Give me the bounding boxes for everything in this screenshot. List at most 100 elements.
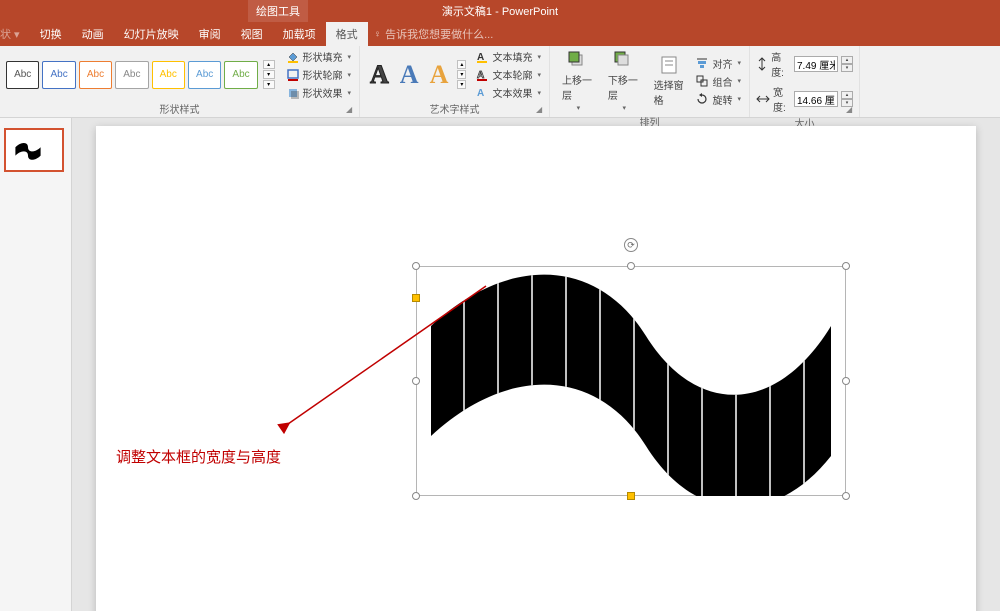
resize-handle[interactable] xyxy=(842,262,850,270)
selection-pane-icon xyxy=(659,55,679,75)
lightbulb-icon: ♀ xyxy=(374,29,382,40)
chevron-down-icon: ▾ xyxy=(622,104,626,112)
ribbon: Abc Abc Abc Abc Abc Abc Abc ▴ ▾ ▾ 形状填充▾ xyxy=(0,46,1000,118)
slide[interactable]: ⟳ xyxy=(96,126,976,611)
rotate-button[interactable]: 旋转▾ xyxy=(693,91,743,108)
chevron-down-icon: ▾ xyxy=(537,53,541,61)
text-fill-button[interactable]: A 文本填充▾ xyxy=(473,48,543,65)
shape-style-swatch[interactable]: Abc xyxy=(6,61,39,89)
tab-partial[interactable]: 状 ▾ xyxy=(0,22,30,46)
height-input[interactable] xyxy=(794,56,838,72)
rotate-handle-icon[interactable]: ⟳ xyxy=(624,238,638,252)
group-wordart-styles: A A A ▴ ▾ ▾ A 文本填充▾ A 文本轮廓▾ A 文本效果▾ xyxy=(360,46,550,117)
tab-slideshow[interactable]: 幻灯片放映 xyxy=(114,22,189,46)
tab-view[interactable]: 视图 xyxy=(231,22,273,46)
text-outline-button[interactable]: A 文本轮廓▾ xyxy=(473,66,543,83)
adjustment-handle[interactable] xyxy=(627,492,635,500)
tell-me-placeholder: 告诉我您想要做什么... xyxy=(385,26,493,42)
spinner-up-icon[interactable]: ▴ xyxy=(841,91,853,99)
tab-transitions[interactable]: 切换 xyxy=(30,22,72,46)
width-icon xyxy=(756,92,770,106)
gallery-more-icon[interactable]: ▾ xyxy=(457,80,466,89)
resize-handle[interactable] xyxy=(842,377,850,385)
thumbnail-shape-icon xyxy=(14,140,42,160)
slide-canvas-area[interactable]: ⟳ xyxy=(72,118,1000,611)
ribbon-tabs: 状 ▾ 切换 动画 幻灯片放映 审阅 视图 加载项 格式 ♀ 告诉我您想要做什么… xyxy=(0,22,1000,46)
spinner-down-icon[interactable]: ▾ xyxy=(841,64,853,72)
tell-me-search[interactable]: ♀ 告诉我您想要做什么... xyxy=(368,22,500,46)
chevron-down-icon: ▾ xyxy=(537,71,541,79)
effects-icon xyxy=(286,86,300,100)
svg-text:A: A xyxy=(477,88,484,99)
bring-forward-button[interactable]: 上移一层 ▾ xyxy=(556,48,599,114)
dialog-launcher-icon[interactable]: ◢ xyxy=(346,105,356,115)
chevron-down-icon: ▾ xyxy=(348,71,352,79)
wordart-style[interactable]: A xyxy=(396,60,423,90)
align-button[interactable]: 对齐▾ xyxy=(693,55,743,72)
shape-fill-button[interactable]: 形状填充▾ xyxy=(284,48,354,65)
group-size: 高度: ▴▾ 宽度: ▴▾ 大小 ◢ xyxy=(750,46,860,117)
shape-outline-button[interactable]: 形状轮廓▾ xyxy=(284,66,354,83)
gallery-up-icon[interactable]: ▴ xyxy=(263,60,275,69)
chevron-down-icon: ▾ xyxy=(577,104,581,112)
chevron-down-icon: ▾ xyxy=(737,95,741,103)
gallery-expand: ▴ ▾ ▾ xyxy=(263,60,275,89)
send-backward-button[interactable]: 下移一层 ▾ xyxy=(602,48,645,114)
contextual-tab-label: 绘图工具 xyxy=(248,0,308,22)
width-control: 宽度: ▴▾ xyxy=(756,83,853,115)
send-backward-icon xyxy=(613,50,633,70)
paint-bucket-icon xyxy=(286,50,300,64)
spinner-up-icon[interactable]: ▴ xyxy=(841,56,853,64)
chevron-down-icon: ▾ xyxy=(348,53,352,61)
wordart-style[interactable]: A xyxy=(426,60,453,90)
app-title: 演示文稿1 - PowerPoint xyxy=(442,3,558,19)
slide-thumbnail[interactable] xyxy=(4,128,64,172)
selection-pane-button[interactable]: 选择窗格 xyxy=(648,53,691,109)
gallery-down-icon[interactable]: ▾ xyxy=(263,70,275,79)
group-button[interactable]: 组合▾ xyxy=(693,73,743,90)
thumbnail-panel xyxy=(0,118,72,611)
title-bar: 绘图工具 演示文稿1 - PowerPoint xyxy=(0,0,1000,22)
resize-handle[interactable] xyxy=(412,492,420,500)
width-input[interactable] xyxy=(794,91,838,107)
shape-style-swatch[interactable]: Abc xyxy=(42,61,75,89)
text-outline-icon: A xyxy=(475,68,489,82)
pen-outline-icon xyxy=(286,68,300,82)
group-shape-styles: Abc Abc Abc Abc Abc Abc Abc ▴ ▾ ▾ 形状填充▾ xyxy=(0,46,360,117)
resize-handle[interactable] xyxy=(842,492,850,500)
align-icon xyxy=(695,56,709,70)
gallery-expand: ▴ ▾ ▾ xyxy=(457,60,466,89)
tab-review[interactable]: 审阅 xyxy=(189,22,231,46)
annotation-text: 调整文本框的宽度与高度 xyxy=(116,446,281,467)
height-control: 高度: ▴▾ xyxy=(756,48,853,80)
shape-style-swatch[interactable]: Abc xyxy=(188,61,221,89)
chevron-down-icon: ▾ xyxy=(348,89,352,97)
chevron-down-icon: ▾ xyxy=(537,89,541,97)
resize-handle[interactable] xyxy=(627,262,635,270)
tab-format[interactable]: 格式 xyxy=(326,22,368,46)
dialog-launcher-icon[interactable]: ◢ xyxy=(846,105,856,115)
chevron-down-icon: ▾ xyxy=(737,77,741,85)
shape-style-swatch[interactable]: Abc xyxy=(152,61,185,89)
text-effects-icon: A xyxy=(475,86,489,100)
annotation-arrow-icon xyxy=(276,276,496,436)
shape-style-swatch[interactable]: Abc xyxy=(224,61,257,89)
group-label: 形状样式 xyxy=(6,101,353,118)
tab-addins[interactable]: 加载项 xyxy=(273,22,326,46)
workspace: ⟳ xyxy=(0,118,1000,611)
shape-effects-button[interactable]: 形状效果▾ xyxy=(284,84,354,101)
shape-style-swatch[interactable]: Abc xyxy=(115,61,148,89)
gallery-more-icon[interactable]: ▾ xyxy=(263,80,275,89)
group-icon xyxy=(695,74,709,88)
height-icon xyxy=(756,57,768,71)
chevron-down-icon: ▾ xyxy=(737,59,741,67)
text-fill-icon: A xyxy=(475,50,489,64)
tab-animations[interactable]: 动画 xyxy=(72,22,114,46)
dialog-launcher-icon[interactable]: ◢ xyxy=(536,105,546,115)
shape-style-swatch[interactable]: Abc xyxy=(79,61,112,89)
gallery-up-icon[interactable]: ▴ xyxy=(457,60,466,69)
gallery-down-icon[interactable]: ▾ xyxy=(457,70,466,79)
wordart-style[interactable]: A xyxy=(366,60,393,90)
resize-handle[interactable] xyxy=(412,262,420,270)
text-effects-button[interactable]: A 文本效果▾ xyxy=(473,84,543,101)
